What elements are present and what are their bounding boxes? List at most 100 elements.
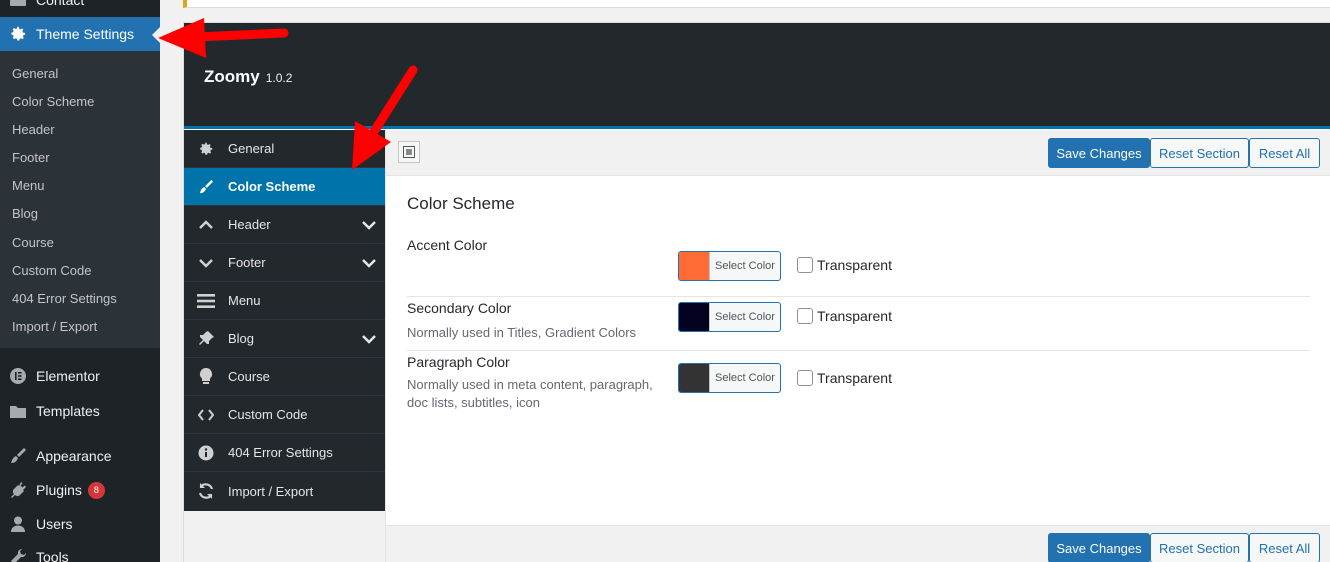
field-label: Accent Color bbox=[407, 237, 488, 253]
chevron-down-icon[interactable] bbox=[353, 220, 385, 230]
submenu-course[interactable]: Course bbox=[12, 235, 54, 250]
nav-item-import-export[interactable]: Import / Export bbox=[184, 472, 385, 510]
nav-item-404-error-settings[interactable]: 404 Error Settings bbox=[184, 434, 385, 472]
wp-menu-theme-settings[interactable]: Theme Settings bbox=[0, 17, 160, 51]
submenu-blog[interactable]: Blog bbox=[12, 206, 38, 221]
paragraph-color-picker[interactable]: Select Color bbox=[678, 363, 781, 393]
gear-icon bbox=[0, 25, 36, 43]
nav-item-color-scheme[interactable]: Color Scheme bbox=[184, 168, 385, 206]
options-nav: General Color Scheme Header Footer Menu … bbox=[184, 130, 385, 511]
reset-section-button[interactable]: Reset Section bbox=[1150, 138, 1249, 168]
accent-transparent-checkbox[interactable]: Transparent bbox=[797, 257, 892, 273]
wp-menu-label: Templates bbox=[36, 403, 100, 419]
wp-menu-plugins[interactable]: Plugins 8 bbox=[0, 473, 160, 507]
user-icon bbox=[0, 515, 36, 533]
pushpin-icon bbox=[184, 330, 228, 347]
nav-item-label: General bbox=[228, 141, 275, 156]
plugins-update-badge: 8 bbox=[87, 481, 105, 499]
wp-menu-users[interactable]: Users bbox=[0, 507, 160, 541]
options-content: Save Changes Reset Section Reset All Col… bbox=[385, 130, 1330, 562]
nav-item-menu[interactable]: Menu bbox=[184, 282, 385, 320]
folder-icon bbox=[0, 404, 36, 419]
nav-item-course[interactable]: Course bbox=[184, 358, 385, 396]
field-description: Normally used in meta content, paragraph… bbox=[407, 377, 653, 410]
checkbox[interactable] bbox=[797, 308, 813, 324]
lightbulb-icon bbox=[184, 367, 228, 386]
panel-header: Zoomy 1.0.2 bbox=[184, 23, 1330, 129]
nav-item-label: Import / Export bbox=[228, 483, 314, 499]
top-toolbar: Save Changes Reset Section Reset All bbox=[386, 130, 1330, 176]
select-color-label: Select Color bbox=[715, 260, 775, 272]
accent-color-picker[interactable]: Select Color bbox=[678, 251, 781, 281]
wp-menu-contact[interactable]: Contact bbox=[0, 0, 160, 17]
reset-all-button[interactable]: Reset All bbox=[1249, 533, 1320, 562]
wp-menu-label: Plugins bbox=[36, 482, 82, 498]
panel-brand: Zoomy 1.0.2 bbox=[204, 67, 292, 87]
secondary-color-picker[interactable]: Select Color bbox=[678, 302, 781, 332]
wrench-icon bbox=[0, 548, 36, 562]
submenu-custom-code[interactable]: Custom Code bbox=[12, 263, 91, 278]
save-changes-button[interactable]: Save Changes bbox=[1048, 533, 1150, 562]
nav-item-header[interactable]: Header bbox=[184, 206, 385, 244]
section-title: Color Scheme bbox=[407, 194, 515, 213]
nav-item-label: Menu bbox=[228, 293, 261, 308]
wp-menu-label: Elementor bbox=[36, 368, 100, 384]
paint-brush-icon bbox=[184, 179, 228, 195]
nav-filler bbox=[184, 511, 385, 562]
wp-menu-templates[interactable]: Templates bbox=[0, 394, 160, 428]
select-color-label: Select Color bbox=[715, 372, 775, 384]
brand-version: 1.0.2 bbox=[265, 71, 293, 85]
checkbox[interactable] bbox=[797, 370, 813, 386]
checkbox-label: Transparent bbox=[817, 308, 892, 324]
active-menu-pointer bbox=[152, 27, 160, 43]
nav-item-custom-code[interactable]: Custom Code bbox=[184, 396, 385, 434]
checkbox-label: Transparent bbox=[817, 257, 892, 273]
reset-section-button[interactable]: Reset Section bbox=[1150, 533, 1249, 562]
nav-item-label: Course bbox=[228, 369, 270, 384]
info-icon bbox=[184, 445, 228, 461]
wp-menu-elementor[interactable]: Elementor bbox=[0, 359, 160, 393]
submenu-404-error-settings[interactable]: 404 Error Settings bbox=[12, 291, 117, 306]
secondary-transparent-checkbox[interactable]: Transparent bbox=[797, 308, 892, 324]
chevron-down-icon[interactable] bbox=[353, 334, 385, 344]
paintbrush-icon bbox=[0, 447, 36, 465]
submenu-menu[interactable]: Menu bbox=[12, 178, 45, 193]
wp-menu-tools[interactable]: Tools bbox=[0, 540, 160, 562]
nav-item-label: Footer bbox=[228, 255, 266, 270]
admin-notice bbox=[183, 0, 1330, 8]
reset-all-button[interactable]: Reset All bbox=[1249, 138, 1320, 168]
wp-menu-label: Users bbox=[36, 516, 73, 532]
chevron-down-icon[interactable] bbox=[353, 258, 385, 268]
bottom-toolbar: Save Changes Reset Section Reset All bbox=[386, 525, 1330, 562]
nav-item-label: Blog bbox=[228, 331, 255, 346]
nav-item-general[interactable]: General bbox=[184, 130, 385, 168]
color-swatch bbox=[679, 303, 710, 331]
refresh-icon bbox=[184, 482, 228, 500]
submenu-import-export[interactable]: Import / Export bbox=[12, 319, 97, 334]
nav-item-footer[interactable]: Footer bbox=[184, 244, 385, 282]
nav-item-blog[interactable]: Blog bbox=[184, 320, 385, 358]
wp-menu-label: Contact bbox=[36, 0, 85, 8]
checkbox[interactable] bbox=[797, 257, 813, 273]
field-accent-color: Accent Color Select Color Transparent bbox=[407, 236, 1310, 297]
save-changes-button[interactable]: Save Changes bbox=[1048, 138, 1150, 168]
submenu-footer[interactable]: Footer bbox=[12, 150, 50, 165]
code-icon bbox=[184, 408, 228, 421]
field-paragraph-color: Paragraph Color Normally used in meta co… bbox=[407, 351, 1310, 421]
wp-submenu: General Color Scheme Header Footer Menu … bbox=[0, 51, 160, 348]
wp-menu-label: Tools bbox=[36, 549, 69, 562]
elementor-icon bbox=[0, 367, 36, 385]
paragraph-transparent-checkbox[interactable]: Transparent bbox=[797, 370, 892, 386]
submenu-header[interactable]: Header bbox=[12, 122, 55, 137]
expand-options-button[interactable] bbox=[398, 141, 420, 163]
chevron-up-icon bbox=[184, 219, 228, 230]
wp-menu-appearance[interactable]: Appearance bbox=[0, 439, 160, 473]
checkbox-label: Transparent bbox=[817, 370, 892, 386]
plug-icon bbox=[0, 481, 36, 499]
nav-item-label: Header bbox=[228, 217, 271, 232]
submenu-general[interactable]: General bbox=[12, 66, 58, 81]
hamburger-icon bbox=[184, 293, 228, 309]
wp-menu-label: Theme Settings bbox=[36, 26, 135, 42]
nav-item-label: Color Scheme bbox=[228, 179, 316, 194]
submenu-color-scheme[interactable]: Color Scheme bbox=[12, 94, 94, 109]
